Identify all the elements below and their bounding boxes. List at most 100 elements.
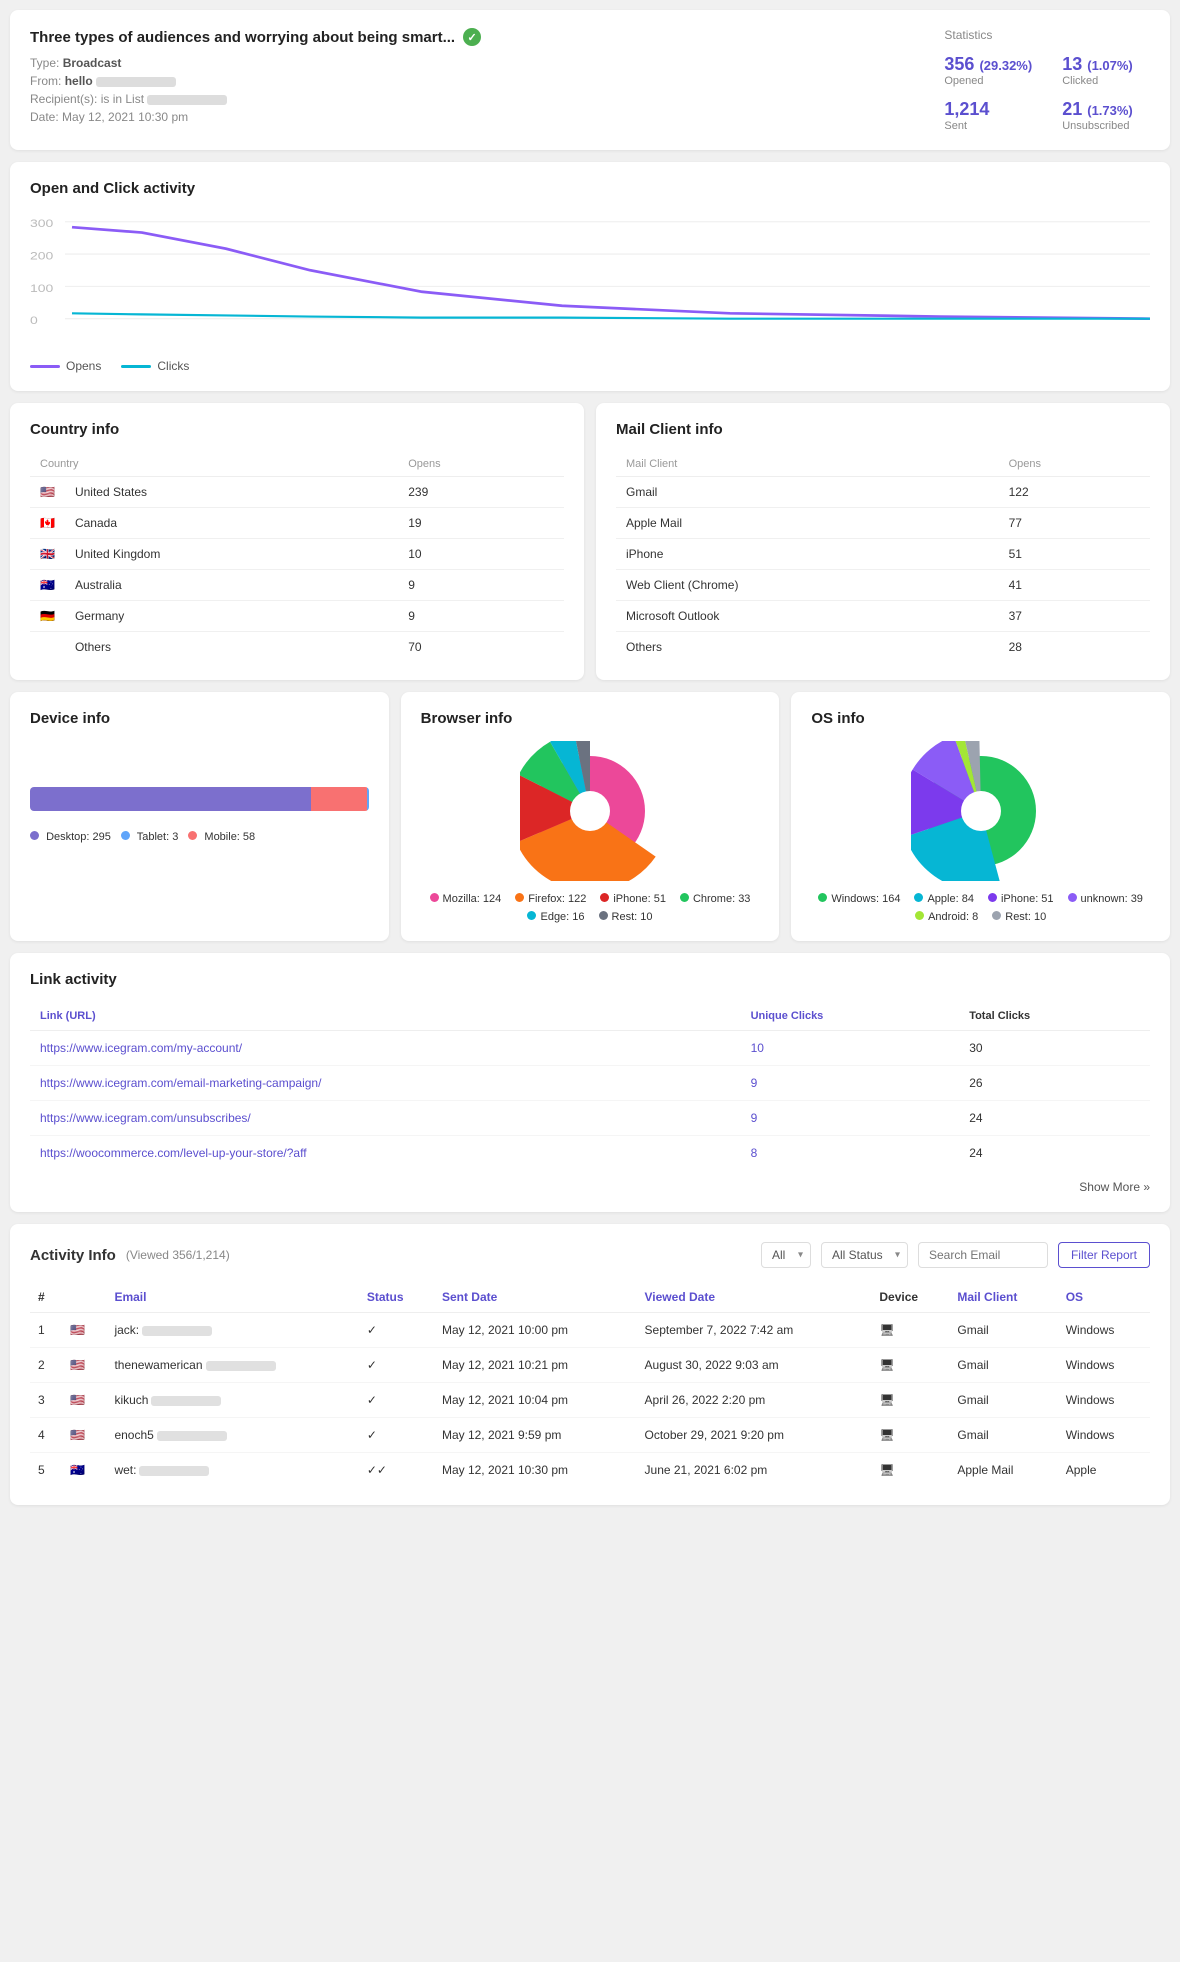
link-url: https://www.icegram.com/my-account/ xyxy=(30,1031,741,1066)
device-title: Device info xyxy=(30,710,369,727)
row-device: 🖥 xyxy=(871,1418,949,1453)
row-sent: May 12, 2021 9:59 pm xyxy=(434,1418,637,1453)
device-bar xyxy=(30,787,369,811)
country-row: 🇩🇪Germany9 xyxy=(30,601,564,632)
os-dot xyxy=(818,893,827,902)
row-device: 🖥 xyxy=(871,1348,949,1383)
browser-title: Browser info xyxy=(421,710,760,727)
browser-dot xyxy=(430,893,439,902)
os-dot xyxy=(914,893,923,902)
country-flag: 🇩🇪 xyxy=(30,601,65,632)
country-row: 🇺🇸United States239 xyxy=(30,477,564,508)
country-opens: 9 xyxy=(398,570,564,601)
row-flag: 🇺🇸 xyxy=(62,1418,106,1453)
search-email-input[interactable] xyxy=(918,1242,1048,1268)
row-email: jack: xyxy=(106,1313,358,1348)
activity-table: # Email Status Sent Date Viewed Date Dev… xyxy=(30,1282,1150,1487)
col-device: Device xyxy=(871,1282,949,1313)
link-total: 24 xyxy=(959,1101,1150,1136)
mail-client-name: Others xyxy=(616,632,999,663)
link-unique: 10 xyxy=(741,1031,960,1066)
country-name: Germany xyxy=(65,601,398,632)
os-legend-item: Apple: 84 xyxy=(914,893,973,905)
country-name: Canada xyxy=(65,508,398,539)
os-legend-item: Android: 8 xyxy=(915,911,978,923)
os-dot xyxy=(1068,893,1077,902)
stat-sent-label: Sent xyxy=(944,120,1032,132)
row-viewed: June 21, 2021 6:02 pm xyxy=(637,1453,872,1488)
country-name: United States xyxy=(65,477,398,508)
os-legend-item: unknown: 39 xyxy=(1068,893,1143,905)
row-num: 1 xyxy=(30,1313,62,1348)
row-num: 2 xyxy=(30,1348,62,1383)
country-row: 🇨🇦Canada19 xyxy=(30,508,564,539)
country-name: United Kingdom xyxy=(65,539,398,570)
row-flag: 🇺🇸 xyxy=(62,1348,106,1383)
row-viewed: April 26, 2022 2:20 pm xyxy=(637,1383,872,1418)
link-table: Link (URL) Unique Clicks Total Clicks ht… xyxy=(30,1002,1150,1170)
country-name: Australia xyxy=(65,570,398,601)
row-sent: May 12, 2021 10:04 pm xyxy=(434,1383,637,1418)
os-dot xyxy=(992,911,1001,920)
svg-text:0: 0 xyxy=(30,315,38,327)
mail-client-opens: 122 xyxy=(999,477,1150,508)
filter-report-button[interactable]: Filter Report xyxy=(1058,1242,1150,1268)
filter-all-wrap[interactable]: All xyxy=(761,1242,811,1268)
stats-grid: 356 (29.32%) Opened 13 (1.07%) Clicked 1… xyxy=(944,54,1150,132)
row-os: Apple xyxy=(1058,1453,1150,1488)
email-blurred xyxy=(142,1326,212,1336)
mail-row: Web Client (Chrome)41 xyxy=(616,570,1150,601)
email-blurred xyxy=(206,1361,276,1371)
link-url: https://www.icegram.com/email-marketing-… xyxy=(30,1066,741,1101)
opens-line xyxy=(30,365,60,368)
mail-client-opens: 77 xyxy=(999,508,1150,539)
email-blurred xyxy=(157,1431,227,1441)
filter-status-select[interactable]: All Status xyxy=(821,1242,908,1268)
meta-date: Date: May 12, 2021 10:30 pm xyxy=(30,110,481,124)
mail-client-name: Web Client (Chrome) xyxy=(616,570,999,601)
campaign-title: Three types of audiences and worrying ab… xyxy=(30,28,481,46)
os-dot xyxy=(988,893,997,902)
filter-all-select[interactable]: All xyxy=(761,1242,811,1268)
link-url: https://woocommerce.com/level-up-your-st… xyxy=(30,1136,741,1171)
os-legend: Windows: 164Apple: 84iPhone: 51unknown: … xyxy=(811,893,1150,923)
filter-status-wrap[interactable]: All Status xyxy=(821,1242,908,1268)
tablet-legend: Tablet: 3 xyxy=(121,831,178,843)
mail-client-name: Gmail xyxy=(616,477,999,508)
mail-row: Gmail122 xyxy=(616,477,1150,508)
desktop-bar xyxy=(30,787,311,811)
country-opens: 9 xyxy=(398,601,564,632)
row-status: ✓ xyxy=(359,1313,434,1348)
row-mail-client: Gmail xyxy=(949,1418,1057,1453)
mail-row: Microsoft Outlook37 xyxy=(616,601,1150,632)
header-card: Three types of audiences and worrying ab… xyxy=(10,10,1170,150)
row-device: 🖥 xyxy=(871,1313,949,1348)
browser-legend-item: Edge: 16 xyxy=(527,911,584,923)
browser-dot xyxy=(680,893,689,902)
meta-type: Type: Broadcast xyxy=(30,56,481,70)
country-flag: 🇬🇧 xyxy=(30,539,65,570)
os-pie xyxy=(911,741,1051,881)
mail-client-opens: 37 xyxy=(999,601,1150,632)
stat-unsubscribed: 21 (1.73%) Unsubscribed xyxy=(1062,99,1150,132)
show-more-btn[interactable]: Show More » xyxy=(30,1180,1150,1194)
mail-client-title: Mail Client info xyxy=(616,421,1150,438)
link-row: https://www.icegram.com/my-account/1030 xyxy=(30,1031,1150,1066)
row-os: Windows xyxy=(1058,1348,1150,1383)
stat-opened: 356 (29.32%) Opened xyxy=(944,54,1032,87)
stat-clicked-label: Clicked xyxy=(1062,75,1150,87)
country-mail-row: Country info Country Opens 🇺🇸United Stat… xyxy=(10,403,1170,692)
row-flag: 🇺🇸 xyxy=(62,1313,106,1348)
row-flag: 🇺🇸 xyxy=(62,1383,106,1418)
mail-client-card: Mail Client info Mail Client Opens Gmail… xyxy=(596,403,1170,680)
svg-text:300: 300 xyxy=(30,218,53,230)
row-status: ✓ xyxy=(359,1348,434,1383)
legend-clicks: Clicks xyxy=(121,359,189,373)
row-email: enoch5 xyxy=(106,1418,358,1453)
country-flag: 🇺🇸 xyxy=(30,477,65,508)
mail-client-name: Microsoft Outlook xyxy=(616,601,999,632)
country-col2: Opens xyxy=(398,452,564,477)
os-pie-container: Windows: 164Apple: 84iPhone: 51unknown: … xyxy=(811,741,1150,923)
row-mail-client: Gmail xyxy=(949,1313,1057,1348)
email-blurred xyxy=(139,1466,209,1476)
